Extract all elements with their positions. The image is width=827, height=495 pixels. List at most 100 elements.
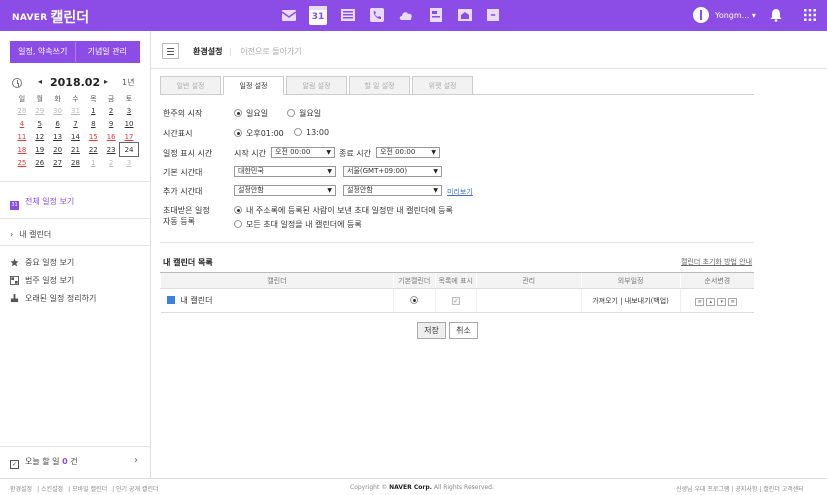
cancel-button[interactable]: 취소: [449, 322, 478, 339]
memo-icon[interactable]: [428, 7, 444, 23]
time-format-24h[interactable]: 13:00: [294, 128, 329, 137]
day-cell[interactable]: 10: [120, 117, 138, 130]
contact-icon[interactable]: [369, 7, 385, 23]
bell-icon[interactable]: [769, 8, 783, 22]
timezone-city-select[interactable]: 서울(GMT+09:00): [343, 166, 442, 177]
all-schedule-link[interactable]: 31 전체 일정 보기: [10, 196, 74, 210]
start-time-select[interactable]: 오전 00:00: [271, 147, 335, 158]
year-view-button[interactable]: 1년: [122, 77, 134, 88]
grid-menu-icon[interactable]: [804, 9, 816, 21]
day-cell[interactable]: 12: [31, 130, 49, 143]
day-cell[interactable]: 28: [67, 156, 85, 169]
default-calendar-radio[interactable]: [410, 296, 419, 304]
footer-link-notice[interactable]: 공지사항: [735, 486, 757, 493]
tab-general[interactable]: 일반 설정: [160, 76, 221, 95]
chevron-right-icon[interactable]: ›: [134, 455, 138, 466]
week-start-monday[interactable]: 월요일: [287, 108, 321, 119]
anniversary-button[interactable]: 기념일 관리: [74, 42, 139, 62]
prev-month-button[interactable]: ◂: [38, 77, 42, 86]
day-cell[interactable]: 13: [49, 130, 67, 143]
day-cell[interactable]: 2: [102, 156, 120, 169]
day-cell[interactable]: 1: [84, 156, 102, 169]
radio-unchecked[interactable]: [234, 220, 242, 228]
tab-widget[interactable]: 위젯 설정: [412, 76, 473, 95]
invite-all[interactable]: 모든 초대 일정을 내 캘린더에 등록: [234, 219, 362, 230]
day-cell[interactable]: 25: [13, 156, 31, 169]
move-bottom-button[interactable]: ≡: [728, 297, 738, 306]
cloud-icon[interactable]: [398, 7, 414, 23]
day-cell[interactable]: 17: [120, 130, 138, 143]
next-month-button[interactable]: ▸: [104, 77, 108, 86]
day-cell[interactable]: 29: [31, 104, 49, 117]
external-schedule-cell[interactable]: 가져오기 | 내보내기(백업): [580, 288, 681, 313]
move-down-button[interactable]: ▾: [717, 297, 727, 306]
reset-guide-link[interactable]: 캘린더 초기화 방법 안내: [681, 257, 752, 267]
more-icon[interactable]: [487, 9, 499, 21]
radio-checked[interactable]: [234, 129, 242, 137]
day-cell-today[interactable]: 24: [119, 142, 139, 157]
mail-icon[interactable]: [281, 7, 297, 23]
calendar-name-cell[interactable]: 내 캘린더: [160, 288, 394, 313]
day-cell[interactable]: 23: [102, 143, 120, 156]
extra-timezone-country-select[interactable]: 설정안함: [234, 185, 336, 196]
day-cell[interactable]: 8: [84, 117, 102, 130]
radio-checked[interactable]: [234, 206, 242, 214]
app-logo[interactable]: NAVER 캘린더: [12, 7, 89, 27]
footer-link-mobile[interactable]: 모바일 캘린더: [72, 486, 107, 493]
calendar-icon[interactable]: 31: [309, 6, 327, 25]
category-schedule-link[interactable]: 범주 일정 보기: [10, 275, 74, 286]
today-tasks[interactable]: ✓ 오늘 할 일 0 건: [10, 456, 78, 469]
day-cell[interactable]: 5: [31, 117, 49, 130]
footer-link-popular[interactable]: 인기 공개 캘린더: [116, 486, 158, 493]
day-cell[interactable]: 2: [102, 104, 120, 117]
list-icon[interactable]: [340, 7, 356, 23]
day-cell[interactable]: 9: [102, 117, 120, 130]
write-schedule-button[interactable]: 일정, 약속쓰기: [11, 42, 75, 62]
invite-contacts-only[interactable]: 내 주소록에 등록된 사람이 보낸 초대 일정만 내 캘린더에 등록: [234, 205, 453, 216]
time-format-12h[interactable]: 오후01:00: [234, 128, 284, 139]
day-cell[interactable]: 11: [13, 130, 31, 143]
timezone-country-select[interactable]: 대한민국: [234, 166, 336, 177]
day-cell[interactable]: 18: [13, 143, 31, 156]
clock-icon[interactable]: [12, 78, 22, 88]
day-cell[interactable]: 7: [67, 117, 85, 130]
footer-link-settings[interactable]: 환경설정: [10, 486, 32, 493]
radio-unchecked[interactable]: [287, 109, 295, 117]
day-cell[interactable]: 27: [49, 156, 67, 169]
day-cell[interactable]: 21: [67, 143, 85, 156]
show-in-list-checkbox[interactable]: ✓: [451, 297, 460, 305]
day-cell[interactable]: 3: [120, 156, 138, 169]
day-cell[interactable]: 16: [102, 130, 120, 143]
tab-schedule[interactable]: 일정 설정: [223, 76, 284, 95]
day-cell[interactable]: 30: [49, 104, 67, 117]
move-up-button[interactable]: ▴: [706, 297, 716, 306]
day-cell[interactable]: 4: [13, 117, 31, 130]
tab-notification[interactable]: 알림 설정: [286, 76, 347, 95]
day-cell[interactable]: 6: [49, 117, 67, 130]
day-cell[interactable]: 31: [67, 104, 85, 117]
day-cell[interactable]: 28: [13, 104, 31, 117]
important-schedule-link[interactable]: 중요 일정 보기: [10, 257, 74, 268]
end-time-select[interactable]: 오전 00:00: [376, 147, 440, 158]
menu-toggle-button[interactable]: [162, 43, 179, 59]
radio-unchecked[interactable]: [294, 128, 302, 136]
day-cell[interactable]: 15: [84, 130, 102, 143]
day-cell[interactable]: 19: [31, 143, 49, 156]
cleanup-link[interactable]: 오래된 일정 정리하기: [10, 293, 96, 304]
day-cell[interactable]: 26: [31, 156, 49, 169]
back-link[interactable]: 이전으로 돌아가기: [240, 47, 301, 56]
move-top-button[interactable]: ≡: [695, 297, 705, 306]
preview-link[interactable]: 미리보기: [447, 187, 473, 197]
home-icon[interactable]: [457, 7, 473, 23]
footer-link-skin[interactable]: 스킨설정: [41, 486, 63, 493]
day-cell[interactable]: 3: [120, 104, 138, 117]
day-cell[interactable]: 22: [84, 143, 102, 156]
footer-link-program[interactable]: 신생님 우대 프로그램: [676, 486, 730, 493]
day-cell[interactable]: 14: [67, 130, 85, 143]
day-cell[interactable]: 20: [49, 143, 67, 156]
radio-checked[interactable]: [234, 109, 242, 117]
day-cell[interactable]: 1: [84, 104, 102, 117]
footer-link-support[interactable]: 캘린더 고객센터: [763, 486, 804, 493]
my-calendar-toggle[interactable]: › 내 캘린더: [10, 229, 51, 240]
tab-todo[interactable]: 할 일 설정: [349, 76, 410, 95]
